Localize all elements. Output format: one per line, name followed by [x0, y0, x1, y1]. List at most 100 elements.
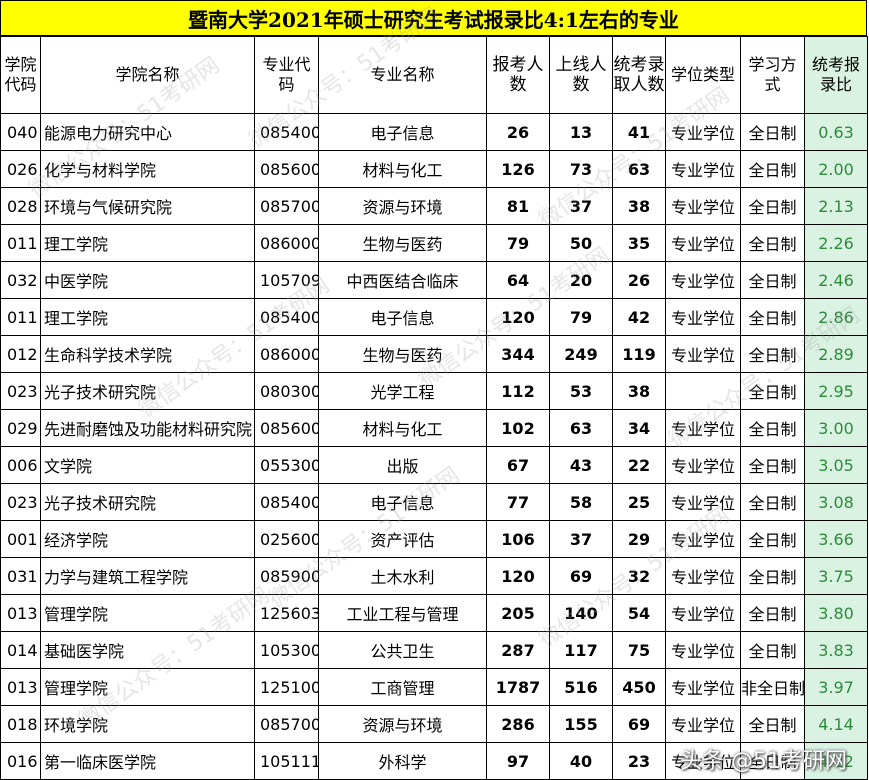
- cell-ratio[interactable]: 3.80: [804, 594, 868, 632]
- cell-major-name[interactable]: 出版: [318, 446, 487, 484]
- cell-degree-type[interactable]: 专业学位: [665, 298, 741, 336]
- header-college-name[interactable]: 学院名称: [40, 36, 255, 114]
- cell-degree-type[interactable]: 专业学位: [665, 446, 741, 484]
- cell-major-name[interactable]: 公共卫生: [318, 631, 487, 669]
- cell-major-code[interactable]: 085900: [254, 557, 319, 595]
- cell-major-code[interactable]: 085700: [254, 187, 319, 225]
- cell-applicants[interactable]: 205: [486, 594, 550, 632]
- cell-degree-type[interactable]: 专业学位: [665, 150, 741, 188]
- cell-admitted[interactable]: 38: [612, 187, 666, 225]
- cell-ratio[interactable]: 2.89: [804, 335, 868, 373]
- cell-major-name[interactable]: 资源与环境: [318, 187, 487, 225]
- cell-major-name[interactable]: 电子信息: [318, 298, 487, 336]
- cell-college-code[interactable]: 026: [0, 150, 41, 188]
- cell-college-name[interactable]: 化学与材料学院: [40, 150, 255, 188]
- cell-applicants[interactable]: 1787: [486, 668, 550, 706]
- cell-study-mode[interactable]: 全日制: [740, 261, 805, 299]
- cell-study-mode[interactable]: 全日制: [740, 705, 805, 743]
- cell-applicants[interactable]: 106: [486, 520, 550, 558]
- cell-study-mode[interactable]: 全日制: [740, 187, 805, 225]
- cell-major-name[interactable]: 资源与环境: [318, 705, 487, 743]
- cell-applicants[interactable]: 112: [486, 372, 550, 410]
- cell-major-code[interactable]: 085400: [254, 113, 319, 151]
- cell-major-code[interactable]: 055300: [254, 446, 319, 484]
- cell-major-code[interactable]: 085700: [254, 705, 319, 743]
- header-degree-type[interactable]: 学位类型: [665, 36, 741, 114]
- cell-study-mode[interactable]: 全日制: [740, 631, 805, 669]
- cell-major-name[interactable]: 中西医结合临床: [318, 261, 487, 299]
- cell-college-code[interactable]: 014: [0, 631, 41, 669]
- cell-study-mode[interactable]: 全日制: [740, 483, 805, 521]
- cell-passed[interactable]: 73: [549, 150, 613, 188]
- cell-study-mode[interactable]: 全日制: [740, 150, 805, 188]
- cell-passed[interactable]: 58: [549, 483, 613, 521]
- cell-passed[interactable]: 140: [549, 594, 613, 632]
- cell-ratio[interactable]: 3.75: [804, 557, 868, 595]
- header-major-code[interactable]: 专业代码: [254, 36, 319, 114]
- cell-college-code[interactable]: 040: [0, 113, 41, 151]
- cell-admitted[interactable]: 26: [612, 261, 666, 299]
- cell-college-name[interactable]: 生命科学技术学院: [40, 335, 255, 373]
- cell-college-code[interactable]: 013: [0, 594, 41, 632]
- cell-major-code[interactable]: 025600: [254, 520, 319, 558]
- cell-major-code[interactable]: 125603: [254, 594, 319, 632]
- cell-major-name[interactable]: 电子信息: [318, 483, 487, 521]
- cell-passed[interactable]: 155: [549, 705, 613, 743]
- cell-college-code[interactable]: 001: [0, 520, 41, 558]
- cell-college-code[interactable]: 031: [0, 557, 41, 595]
- cell-passed[interactable]: 13: [549, 113, 613, 151]
- cell-degree-type[interactable]: 专业学位: [665, 113, 741, 151]
- cell-major-name[interactable]: 光学工程: [318, 372, 487, 410]
- cell-college-name[interactable]: 先进耐磨蚀及功能材料研究院: [40, 409, 255, 447]
- cell-college-name[interactable]: 管理学院: [40, 594, 255, 632]
- cell-major-name[interactable]: 电子信息: [318, 113, 487, 151]
- cell-study-mode[interactable]: 全日制: [740, 594, 805, 632]
- cell-major-name[interactable]: 材料与化工: [318, 150, 487, 188]
- cell-ratio[interactable]: 3.66: [804, 520, 868, 558]
- cell-passed[interactable]: 516: [549, 668, 613, 706]
- cell-passed[interactable]: 37: [549, 520, 613, 558]
- cell-study-mode[interactable]: 全日制: [740, 335, 805, 373]
- cell-degree-type[interactable]: [665, 372, 741, 410]
- cell-college-name[interactable]: 环境与气候研究院: [40, 187, 255, 225]
- cell-admitted[interactable]: 42: [612, 298, 666, 336]
- cell-college-name[interactable]: 基础医学院: [40, 631, 255, 669]
- cell-applicants[interactable]: 26: [486, 113, 550, 151]
- cell-applicants[interactable]: 344: [486, 335, 550, 373]
- cell-college-code[interactable]: 012: [0, 335, 41, 373]
- cell-ratio[interactable]: 3.08: [804, 483, 868, 521]
- cell-major-code[interactable]: 085400: [254, 298, 319, 336]
- cell-applicants[interactable]: 67: [486, 446, 550, 484]
- cell-admitted[interactable]: 450: [612, 668, 666, 706]
- cell-major-code[interactable]: 080300: [254, 372, 319, 410]
- cell-college-name[interactable]: 光子技术研究院: [40, 483, 255, 521]
- cell-degree-type[interactable]: 专业学位: [665, 335, 741, 373]
- cell-major-name[interactable]: 土木水利: [318, 557, 487, 595]
- cell-study-mode[interactable]: 全日制: [740, 520, 805, 558]
- cell-college-code[interactable]: 023: [0, 372, 41, 410]
- cell-major-name[interactable]: 工商管理: [318, 668, 487, 706]
- header-passed[interactable]: 上线人数: [549, 36, 613, 114]
- header-admitted[interactable]: 统考录取人数: [612, 36, 666, 114]
- cell-study-mode[interactable]: 全日制: [740, 446, 805, 484]
- cell-degree-type[interactable]: 专业学位: [665, 409, 741, 447]
- cell-major-name[interactable]: 生物与医药: [318, 335, 487, 373]
- cell-college-code[interactable]: 011: [0, 298, 41, 336]
- cell-study-mode[interactable]: 全日制: [740, 409, 805, 447]
- cell-ratio[interactable]: 2.00: [804, 150, 868, 188]
- header-college-code[interactable]: 学院代码: [0, 36, 41, 114]
- cell-major-name[interactable]: 材料与化工: [318, 409, 487, 447]
- cell-degree-type[interactable]: 专业学位: [665, 483, 741, 521]
- cell-study-mode[interactable]: 全日制: [740, 113, 805, 151]
- cell-applicants[interactable]: 120: [486, 557, 550, 595]
- cell-college-code[interactable]: 011: [0, 224, 41, 262]
- cell-admitted[interactable]: 63: [612, 150, 666, 188]
- cell-applicants[interactable]: 120: [486, 298, 550, 336]
- cell-major-code[interactable]: 086000: [254, 335, 319, 373]
- cell-applicants[interactable]: 79: [486, 224, 550, 262]
- header-major-name[interactable]: 专业名称: [318, 36, 487, 114]
- cell-ratio[interactable]: 3.05: [804, 446, 868, 484]
- cell-college-code[interactable]: 028: [0, 187, 41, 225]
- cell-college-name[interactable]: 能源电力研究中心: [40, 113, 255, 151]
- cell-college-code[interactable]: 006: [0, 446, 41, 484]
